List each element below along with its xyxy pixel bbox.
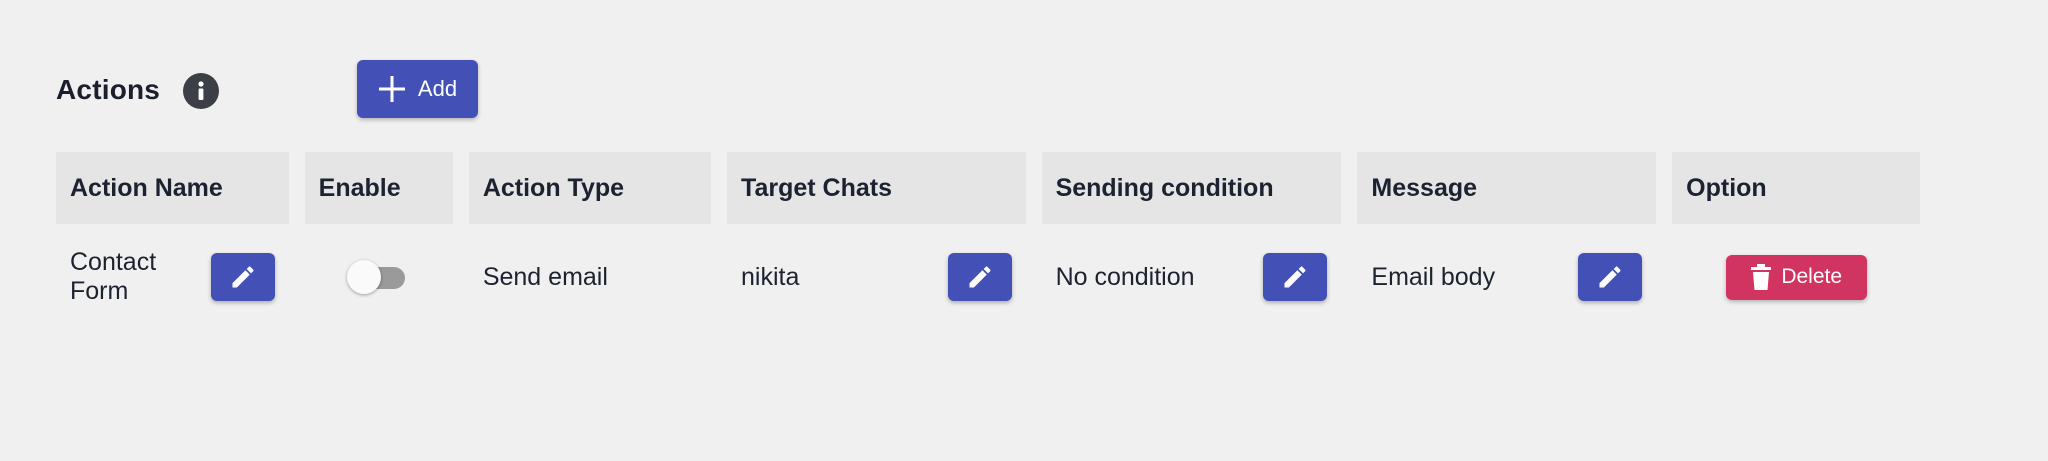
column-header-action-name: Action Name — [56, 152, 289, 224]
edit-sending-condition-button[interactable] — [1263, 253, 1328, 301]
table-header-row: Action Name Enable Action Type Target Ch… — [56, 152, 1920, 224]
sending-condition-text: No condition — [1055, 262, 1195, 291]
column-header-target-chats: Target Chats — [727, 152, 1026, 224]
info-glyph-icon — [198, 81, 204, 100]
toggle-knob — [346, 260, 381, 294]
cell-enable — [305, 224, 453, 330]
info-icon[interactable] — [183, 73, 219, 109]
action-name-text: Contact Form — [70, 248, 157, 305]
message-text: Email body — [1371, 262, 1496, 291]
delete-button-label: Delete — [1781, 265, 1843, 288]
edit-target-chats-button[interactable] — [947, 253, 1012, 301]
actions-header: Actions Add — [56, 60, 656, 120]
add-action-button[interactable]: Add — [357, 60, 478, 118]
actions-table: Action Name Enable Action Type Target Ch… — [40, 152, 1936, 330]
add-button-label: Add — [417, 76, 458, 101]
trash-icon — [1751, 264, 1772, 290]
actions-panel: Actions Add Action Name Enable Action Ty… — [56, 60, 1936, 330]
action-type-text: Send email — [482, 262, 608, 291]
pencil-icon — [1599, 266, 1621, 288]
column-header-enable: Enable — [304, 152, 453, 224]
pencil-icon — [1284, 266, 1306, 288]
column-header-sending-condition: Sending condition — [1041, 152, 1342, 224]
column-header-action-type: Action Type — [468, 152, 712, 224]
plus-icon — [378, 76, 405, 102]
edit-message-button[interactable] — [1578, 253, 1643, 301]
section-title: Actions — [56, 74, 161, 105]
cell-option: Delete — [1672, 224, 1920, 330]
cell-action-type: Send email — [469, 224, 711, 330]
delete-action-button[interactable]: Delete — [1726, 254, 1868, 300]
cell-sending-condition: No condition — [1042, 224, 1342, 330]
column-header-message: Message — [1357, 152, 1657, 224]
target-chats-text: nikita — [741, 262, 800, 291]
edit-action-name-button[interactable] — [210, 253, 275, 301]
pencil-icon — [232, 266, 254, 288]
table-row: Contact Form Send email nikita No condit… — [56, 224, 1920, 330]
cell-message: Email body — [1357, 224, 1656, 330]
column-header-option: Option — [1672, 152, 1920, 224]
cell-target-chats: nikita — [727, 224, 1026, 330]
pencil-icon — [969, 266, 991, 288]
enable-toggle[interactable] — [346, 260, 407, 294]
cell-action-name: Contact Form — [56, 224, 289, 330]
